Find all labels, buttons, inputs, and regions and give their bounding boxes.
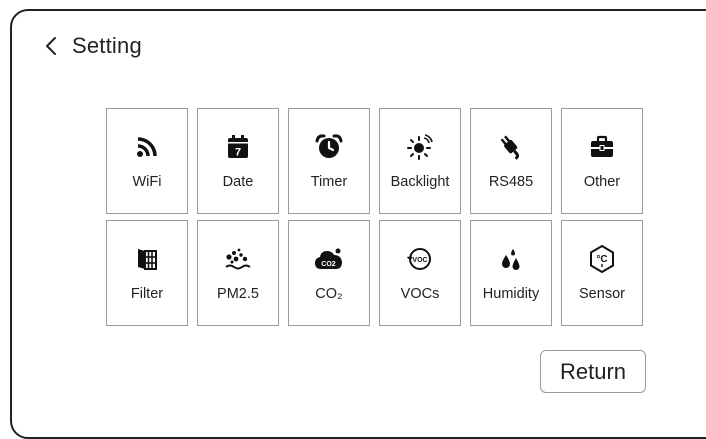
header: Setting — [44, 33, 142, 59]
sensor-icon-text: °C — [596, 254, 607, 265]
tile-other[interactable]: Other — [561, 108, 643, 214]
co2-icon-text: CO2 — [321, 261, 336, 268]
filter-icon — [136, 245, 158, 273]
wifi-icon — [136, 133, 158, 161]
tile-label: Filter — [130, 286, 164, 302]
voc-icon-text: VOC — [412, 257, 427, 264]
calendar-day-text: 7 — [235, 147, 241, 159]
co2-cloud-icon: CO2 — [314, 245, 344, 273]
sensor-icon: °C — [589, 245, 615, 273]
tile-rs485[interactable]: RS485 — [470, 108, 552, 214]
water-drops-icon — [499, 245, 523, 273]
briefcase-icon — [589, 133, 615, 161]
tile-wifi[interactable]: WiFi — [106, 108, 188, 214]
tile-label: Date — [222, 174, 254, 190]
return-button[interactable]: Return — [540, 350, 646, 393]
tile-label: Backlight — [390, 174, 450, 190]
particles-icon — [224, 245, 252, 273]
tile-label: WiFi — [132, 174, 162, 190]
calendar-icon: 7 — [227, 133, 249, 161]
tile-label: CO₂ — [315, 286, 343, 302]
tile-label: Humidity — [482, 286, 540, 302]
tile-timer[interactable]: Timer — [288, 108, 370, 214]
tile-vocs[interactable]: VOC VOCs — [379, 220, 461, 326]
backlight-icon — [407, 133, 433, 161]
tile-backlight[interactable]: Backlight — [379, 108, 461, 214]
tile-label: Other — [583, 174, 621, 190]
tile-co2[interactable]: CO2 CO₂ — [288, 220, 370, 326]
alarm-clock-icon — [315, 133, 343, 161]
tile-pm25[interactable]: PM2.5 — [197, 220, 279, 326]
tile-filter[interactable]: Filter — [106, 220, 188, 326]
settings-grid: WiFi 7 Date Timer Backlight RS485 Other … — [106, 108, 643, 326]
tile-sensor[interactable]: °C Sensor — [561, 220, 643, 326]
page-title: Setting — [72, 33, 142, 58]
tile-label: RS485 — [488, 174, 534, 190]
tile-date[interactable]: 7 Date — [197, 108, 279, 214]
back-chevron-icon[interactable] — [44, 36, 58, 56]
tile-humidity[interactable]: Humidity — [470, 220, 552, 326]
plug-icon — [498, 133, 524, 161]
tile-label: PM2.5 — [217, 286, 259, 302]
tile-label: VOCs — [400, 286, 440, 302]
tile-label: Timer — [310, 174, 348, 190]
tile-label: Sensor — [579, 286, 625, 302]
voc-icon: VOC — [407, 245, 433, 273]
